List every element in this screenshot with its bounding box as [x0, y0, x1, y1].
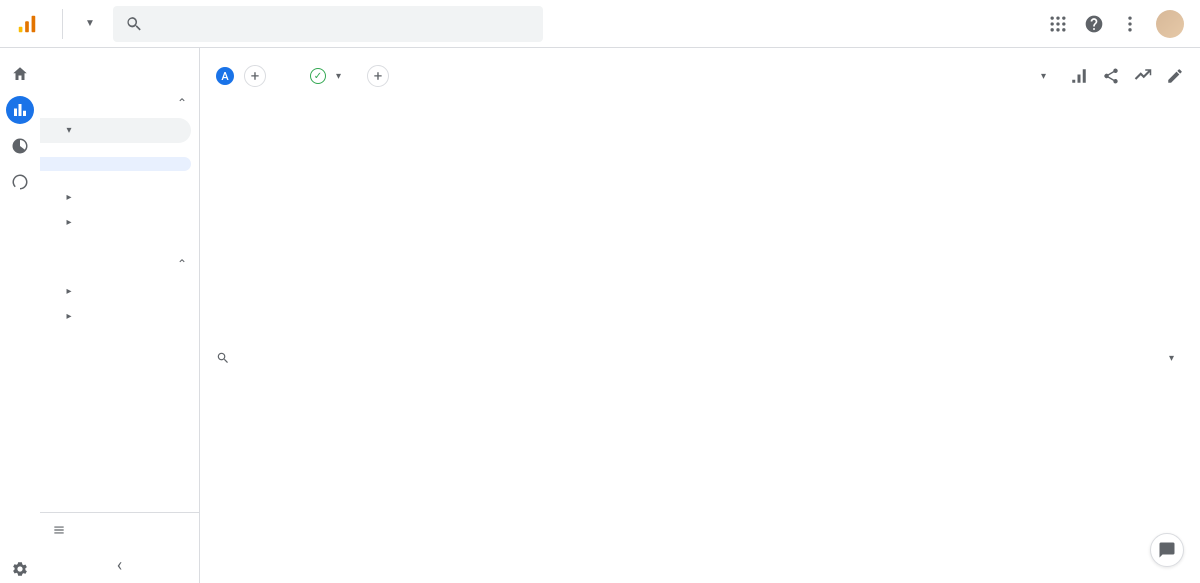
- help-icon[interactable]: [1084, 14, 1104, 34]
- sidebar-item-demographics[interactable]: ▸: [40, 279, 199, 304]
- app-header: ▼: [0, 0, 1200, 48]
- library-icon: [52, 523, 66, 537]
- nav-rail: [0, 48, 40, 583]
- bar-chart-title: [787, 104, 1184, 118]
- sidebar-item-engagement[interactable]: ▸: [40, 185, 199, 210]
- user-avatar[interactable]: [1156, 10, 1184, 38]
- insights-icon[interactable]: [1134, 67, 1152, 85]
- add-dimension-button[interactable]: +: [367, 65, 389, 87]
- sidebar-item-acquisition[interactable]: ▾: [40, 118, 191, 143]
- add-comparison-button[interactable]: +: [244, 65, 266, 87]
- table-search-input[interactable]: [236, 350, 1151, 366]
- table-pager: ▾: [1159, 351, 1184, 364]
- titlebar: A + ✓ ▾ + ▾: [200, 48, 1200, 104]
- sidebar: ⌃ ▾ ▸ ▸ ⌃ ▸ ▸ ‹: [40, 48, 200, 583]
- logo: [16, 13, 44, 35]
- check-icon[interactable]: ✓: [310, 68, 326, 84]
- sidebar-item-retention[interactable]: [40, 235, 199, 249]
- account-switcher[interactable]: ▼: [81, 18, 95, 30]
- audience-badge[interactable]: A: [216, 67, 234, 85]
- chevron-down-icon: ▾: [1041, 71, 1046, 82]
- customize-icon[interactable]: [1070, 67, 1088, 85]
- header-actions: [1048, 10, 1184, 38]
- line-chart[interactable]: [216, 118, 771, 324]
- edit-icon[interactable]: [1166, 67, 1184, 85]
- search-bar[interactable]: [113, 6, 543, 42]
- rail-home[interactable]: [6, 60, 34, 88]
- line-chart-card: [216, 104, 771, 332]
- chevron-right-icon: ▸: [64, 286, 74, 297]
- rail-admin[interactable]: [6, 555, 34, 583]
- search-icon: [125, 15, 143, 33]
- search-icon: [216, 351, 230, 365]
- sidebar-collapse-button[interactable]: ‹: [40, 547, 199, 583]
- sidebar-item-monetization[interactable]: ▸: [40, 210, 199, 235]
- sidebar-section-user[interactable]: ⌃: [40, 249, 199, 279]
- share-icon[interactable]: [1102, 67, 1120, 85]
- chevron-up-icon: ⌃: [177, 96, 187, 110]
- apps-icon[interactable]: [1048, 14, 1068, 34]
- chevron-right-icon: ▸: [64, 217, 74, 228]
- line-chart-title: [216, 104, 771, 118]
- chat-icon: [1158, 541, 1176, 559]
- analytics-logo-icon: [16, 13, 38, 35]
- bar-chart-card: [787, 104, 1184, 332]
- chevron-right-icon: ▸: [64, 192, 74, 203]
- feedback-button[interactable]: [1150, 533, 1184, 567]
- sidebar-item-reports-snapshot[interactable]: [40, 48, 199, 68]
- search-input[interactable]: [153, 15, 531, 33]
- sidebar-item-traffic-acq[interactable]: [40, 171, 199, 185]
- main: A + ✓ ▾ + ▾: [200, 48, 1200, 583]
- bar-chart[interactable]: [787, 118, 1184, 327]
- table-controls: ▾: [216, 350, 1184, 366]
- sidebar-item-tech[interactable]: ▸: [40, 304, 199, 329]
- date-range-picker[interactable]: ▾: [1029, 71, 1046, 82]
- chevron-down-icon[interactable]: ▾: [336, 71, 341, 82]
- chevron-right-icon: ▸: [64, 311, 74, 322]
- chevron-down-icon: ▾: [64, 125, 74, 136]
- sidebar-section-lifecycle[interactable]: ⌃: [40, 88, 199, 118]
- chevron-down-icon: ▾: [1169, 353, 1174, 364]
- rail-reports[interactable]: [6, 96, 34, 124]
- chevron-up-icon: ⌃: [177, 257, 187, 271]
- table-search[interactable]: [216, 350, 1151, 366]
- sidebar-item-user-acq[interactable]: [40, 157, 191, 171]
- sidebar-item-realtime[interactable]: [40, 68, 199, 88]
- more-vert-icon[interactable]: [1120, 14, 1140, 34]
- rows-per-page-select[interactable]: ▾: [1169, 351, 1174, 364]
- rail-advertising[interactable]: [6, 168, 34, 196]
- chevron-down-icon: ▼: [85, 18, 95, 30]
- rail-explore[interactable]: [6, 132, 34, 160]
- divider: [62, 9, 63, 39]
- sidebar-item-acq-overview[interactable]: [40, 143, 199, 157]
- sidebar-item-library[interactable]: [40, 512, 199, 547]
